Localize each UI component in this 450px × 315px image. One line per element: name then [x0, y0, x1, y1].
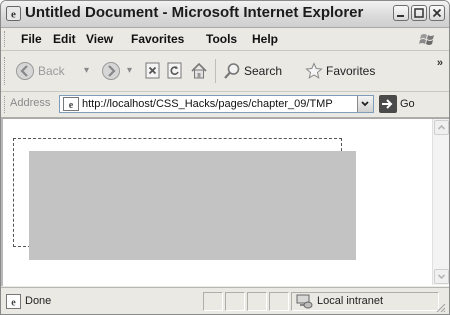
- svg-text:e: e: [11, 298, 16, 309]
- menu-help[interactable]: Help: [252, 32, 278, 46]
- vertical-scrollbar[interactable]: [432, 119, 449, 285]
- address-grip: [4, 96, 8, 113]
- address-dropdown-button[interactable]: [357, 96, 373, 112]
- standard-toolbar: Back ▾ ▾ Search Favorites »: [1, 51, 449, 92]
- browser-window: e Untitled Document - Microsoft Internet…: [0, 0, 450, 315]
- refresh-icon: [167, 62, 182, 79]
- search-icon: [224, 63, 240, 79]
- status-segment: [247, 292, 267, 311]
- resize-grip-icon[interactable]: [434, 301, 446, 313]
- scroll-up-icon: [437, 124, 446, 130]
- stop-button[interactable]: [145, 62, 161, 80]
- scroll-down-icon: [437, 274, 446, 280]
- toolbar-grip: [4, 57, 8, 85]
- scroll-down-button[interactable]: [434, 269, 449, 284]
- menu-favorites[interactable]: Favorites: [131, 32, 184, 46]
- go-button[interactable]: Go: [379, 95, 415, 113]
- status-segment: [269, 292, 289, 311]
- page-icon: e: [63, 97, 79, 111]
- status-bar: e Done Local intranet: [1, 287, 449, 314]
- windows-flag-icon: [419, 34, 434, 45]
- search-label: Search: [244, 64, 283, 78]
- scroll-up-button[interactable]: [434, 120, 449, 135]
- forward-arrow-icon: [102, 62, 120, 80]
- search-button[interactable]: Search: [223, 62, 282, 80]
- svg-text:e: e: [11, 9, 16, 21]
- address-label: Address: [10, 97, 51, 109]
- forward-button[interactable]: [101, 61, 121, 81]
- status-segment: [225, 292, 245, 311]
- go-label: Go: [400, 98, 415, 110]
- stop-icon: [145, 62, 160, 79]
- forward-dropdown-icon[interactable]: ▾: [127, 65, 132, 76]
- menu-grip: [4, 31, 8, 47]
- favorites-star-icon: [305, 62, 323, 79]
- toolbar-separator: [215, 59, 216, 83]
- svg-text:e: e: [69, 100, 74, 111]
- menu-view[interactable]: View: [86, 32, 113, 46]
- menu-edit[interactable]: Edit: [53, 32, 76, 46]
- chevron-down-icon: [361, 101, 369, 107]
- window-title: Untitled Document - Microsoft Internet E…: [25, 4, 364, 21]
- favorites-button[interactable]: Favorites: [305, 62, 375, 80]
- home-button[interactable]: [189, 61, 209, 81]
- back-arrow-icon: [16, 62, 34, 80]
- go-arrow-icon: [379, 95, 397, 113]
- status-text: Done: [25, 295, 52, 307]
- title-bar[interactable]: e Untitled Document - Microsoft Internet…: [1, 1, 449, 28]
- toolbar-overflow-chevron[interactable]: »: [437, 57, 443, 69]
- close-button[interactable]: [429, 5, 445, 21]
- back-button[interactable]: Back: [15, 61, 65, 81]
- ie-logo-icon: e: [6, 6, 21, 21]
- menu-tools[interactable]: Tools: [206, 32, 237, 46]
- page-done-icon: e: [6, 294, 21, 309]
- back-dropdown-icon[interactable]: ▾: [84, 65, 89, 76]
- back-label: Back: [38, 64, 65, 78]
- maximize-button[interactable]: [411, 5, 427, 21]
- maximize-icon: [414, 8, 424, 18]
- address-field[interactable]: e: [59, 95, 374, 113]
- refresh-button[interactable]: [167, 62, 183, 80]
- zone-label: Local intranet: [317, 295, 384, 307]
- minimize-icon: [397, 15, 404, 17]
- menu-file[interactable]: File: [21, 32, 42, 46]
- gray-offset-box: [29, 151, 356, 260]
- close-icon: [432, 8, 442, 18]
- local-intranet-icon: [296, 294, 313, 309]
- minimize-button[interactable]: [393, 5, 409, 21]
- address-input[interactable]: [82, 96, 352, 112]
- page-viewport: [1, 118, 449, 286]
- menu-bar: File Edit View Favorites Tools Help: [1, 28, 449, 51]
- home-icon: [191, 62, 207, 79]
- favorites-label: Favorites: [326, 64, 376, 78]
- address-bar: Address e Go: [1, 92, 449, 118]
- status-segment: [203, 292, 223, 311]
